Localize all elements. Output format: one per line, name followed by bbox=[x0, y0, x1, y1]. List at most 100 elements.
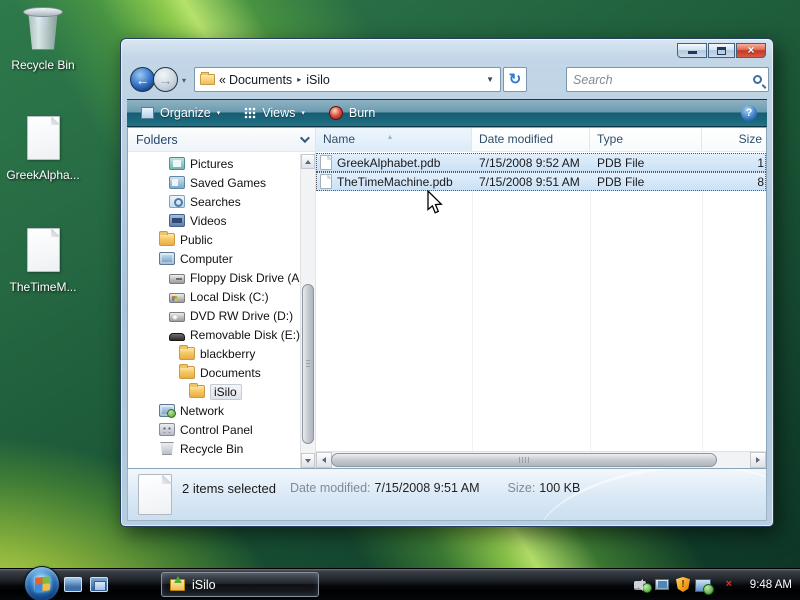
network-status-icon[interactable] bbox=[695, 577, 711, 592]
sidebar-item-blackberry[interactable]: blackberry bbox=[128, 344, 300, 363]
sidebar-item-local-disk-c[interactable]: Local Disk (C:) bbox=[128, 287, 300, 306]
control-panel-icon bbox=[159, 423, 175, 436]
breadcrumb-documents[interactable]: Documents bbox=[226, 73, 295, 87]
sort-ascending-icon: ▴ bbox=[388, 125, 392, 148]
network-icon bbox=[159, 404, 175, 417]
back-button[interactable]: ← bbox=[130, 67, 155, 92]
security-alert-icon[interactable]: ! bbox=[676, 577, 690, 592]
file-icon bbox=[320, 155, 332, 170]
search-box[interactable] bbox=[566, 67, 769, 92]
sidebar-item-documents[interactable]: Documents bbox=[128, 363, 300, 382]
dvd-icon bbox=[169, 312, 185, 322]
taskbar-clock[interactable]: 9:48 AM bbox=[750, 569, 792, 600]
volume-muted-icon[interactable]: × bbox=[716, 577, 732, 592]
file-type-cell: PDB File bbox=[590, 156, 702, 170]
file-row-thetimemachine-pdb[interactable]: TheTimeMachine.pdb7/15/2008 9:51 AMPDB F… bbox=[316, 172, 766, 191]
scroll-up-button[interactable] bbox=[301, 154, 315, 169]
scroll-left-button[interactable] bbox=[316, 452, 332, 468]
document-icon bbox=[27, 228, 60, 272]
recycle-bin-icon bbox=[159, 442, 175, 455]
sidebar-item-searches[interactable]: Searches bbox=[128, 192, 300, 211]
file-name: GreekAlphabet.pdb bbox=[337, 156, 440, 170]
file-rows: GreekAlphabet.pdb7/15/2008 9:52 AMPDB Fi… bbox=[316, 153, 766, 191]
sidebar-item-dvd-rw-drive-d[interactable]: DVD RW Drive (D:) bbox=[128, 306, 300, 325]
recent-pages-dropdown[interactable]: ▾ bbox=[182, 76, 186, 85]
sidebar-item-label: Saved Games bbox=[190, 175, 270, 191]
scroll-right-button[interactable] bbox=[750, 452, 766, 468]
floppy-icon bbox=[169, 274, 185, 284]
sidebar-item-recycle-bin[interactable]: Recycle Bin bbox=[128, 439, 300, 458]
isilo-folder-icon bbox=[170, 579, 185, 591]
close-icon: × bbox=[747, 44, 754, 57]
minimize-button[interactable] bbox=[677, 43, 707, 58]
switch-windows-button[interactable] bbox=[90, 577, 108, 592]
sidebar-item-label: Control Panel bbox=[180, 422, 257, 438]
tree-vertical-scrollbar[interactable] bbox=[300, 154, 315, 468]
show-desktop-button[interactable] bbox=[64, 577, 82, 592]
refresh-button[interactable]: ↻ bbox=[503, 67, 527, 92]
tree-scrollbar-thumb[interactable] bbox=[302, 284, 314, 444]
breadcrumb-separator-icon: ▸ bbox=[295, 75, 303, 84]
search-icon[interactable] bbox=[753, 75, 762, 84]
folders-header[interactable]: Folders bbox=[128, 128, 315, 152]
close-button[interactable]: × bbox=[736, 43, 766, 58]
column-header-label: Type bbox=[597, 132, 623, 146]
sidebar-item-label: Computer bbox=[180, 251, 237, 267]
list-scrollbar-thumb[interactable] bbox=[331, 453, 717, 467]
sidebar-item-removable-disk-e[interactable]: Removable Disk (E:) bbox=[128, 325, 300, 344]
column-header-type[interactable]: Type bbox=[590, 128, 702, 151]
search-input[interactable] bbox=[573, 73, 753, 87]
sidebar-item-saved-games[interactable]: Saved Games bbox=[128, 173, 300, 192]
sidebar-item-computer[interactable]: Computer bbox=[128, 249, 300, 268]
sidebar-item-pictures[interactable]: Pictures bbox=[128, 154, 300, 173]
desktop-icon-label: Recycle Bin bbox=[0, 58, 86, 72]
searches-icon bbox=[169, 195, 185, 208]
address-dropdown-icon[interactable]: ▼ bbox=[486, 75, 496, 84]
start-button[interactable] bbox=[24, 566, 60, 600]
scrollbar-grip bbox=[306, 360, 310, 368]
window-content: Folders Pictures Saved GamesSearchesVideo… bbox=[127, 127, 767, 469]
taskbar-button-isilo[interactable]: iSilo bbox=[161, 572, 319, 597]
column-header-date-modified[interactable]: Date modified bbox=[472, 128, 590, 151]
sidebar-item-floppy-disk-drive-a[interactable]: Floppy Disk Drive (A:) bbox=[128, 268, 300, 287]
breadcrumb-overflow-icon[interactable]: « bbox=[219, 73, 226, 87]
desktop-icon-recycle-bin[interactable]: Recycle Bin bbox=[0, 4, 86, 72]
file-size-cell: 8 bbox=[702, 175, 766, 189]
views-caret-icon: ▾ bbox=[301, 109, 305, 117]
folders-collapse-icon[interactable] bbox=[300, 133, 310, 143]
sidebar-item-label: iSilo bbox=[210, 384, 242, 400]
scroll-up-icon bbox=[305, 160, 311, 164]
sidebar-item-control-panel[interactable]: Control Panel bbox=[128, 420, 300, 439]
mouse-cursor bbox=[426, 190, 444, 216]
list-horizontal-scrollbar[interactable] bbox=[316, 451, 766, 468]
desktop-icon-greekalpha[interactable]: GreekAlpha... bbox=[0, 116, 86, 182]
date-modified-value: 7/15/2008 9:51 AM bbox=[375, 481, 480, 496]
selection-count: 2 items selected bbox=[182, 481, 276, 496]
views-icon bbox=[244, 107, 256, 119]
organize-button[interactable]: Organize ▾ bbox=[141, 106, 220, 120]
sidebar-item-network[interactable]: Network bbox=[128, 401, 300, 420]
file-name-cell: GreekAlphabet.pdb bbox=[316, 155, 472, 170]
sidebar-item-isilo[interactable]: iSilo bbox=[128, 382, 300, 401]
maximize-button[interactable] bbox=[708, 43, 735, 58]
address-bar[interactable]: « Documents ▸ iSilo ▼ bbox=[194, 67, 501, 92]
removable-icon bbox=[169, 333, 185, 341]
sidebar-item-videos[interactable]: Videos bbox=[128, 211, 300, 230]
network-computer-icon[interactable] bbox=[655, 577, 671, 592]
maximize-icon bbox=[717, 47, 726, 55]
folder-icon bbox=[189, 385, 205, 398]
forward-button[interactable]: → bbox=[153, 67, 178, 92]
scroll-down-button[interactable] bbox=[301, 453, 315, 468]
column-header-name[interactable]: Name▴ bbox=[316, 128, 472, 151]
column-header-size[interactable]: Size bbox=[702, 128, 766, 151]
breadcrumb-isilo[interactable]: iSilo bbox=[303, 73, 333, 87]
desktop-icon-thetimem[interactable]: TheTimeM... bbox=[0, 228, 86, 294]
burn-button[interactable]: Burn bbox=[329, 106, 375, 120]
file-row-greekalphabet-pdb[interactable]: GreekAlphabet.pdb7/15/2008 9:52 AMPDB Fi… bbox=[316, 153, 766, 172]
folder-icon bbox=[200, 74, 215, 85]
sidebar-item-label: Removable Disk (E:) bbox=[190, 327, 304, 343]
sidebar-item-label: blackberry bbox=[200, 346, 259, 362]
sidebar-item-public[interactable]: Public bbox=[128, 230, 300, 249]
views-button[interactable]: Views ▾ bbox=[244, 106, 305, 120]
help-button[interactable]: ? bbox=[741, 105, 757, 121]
